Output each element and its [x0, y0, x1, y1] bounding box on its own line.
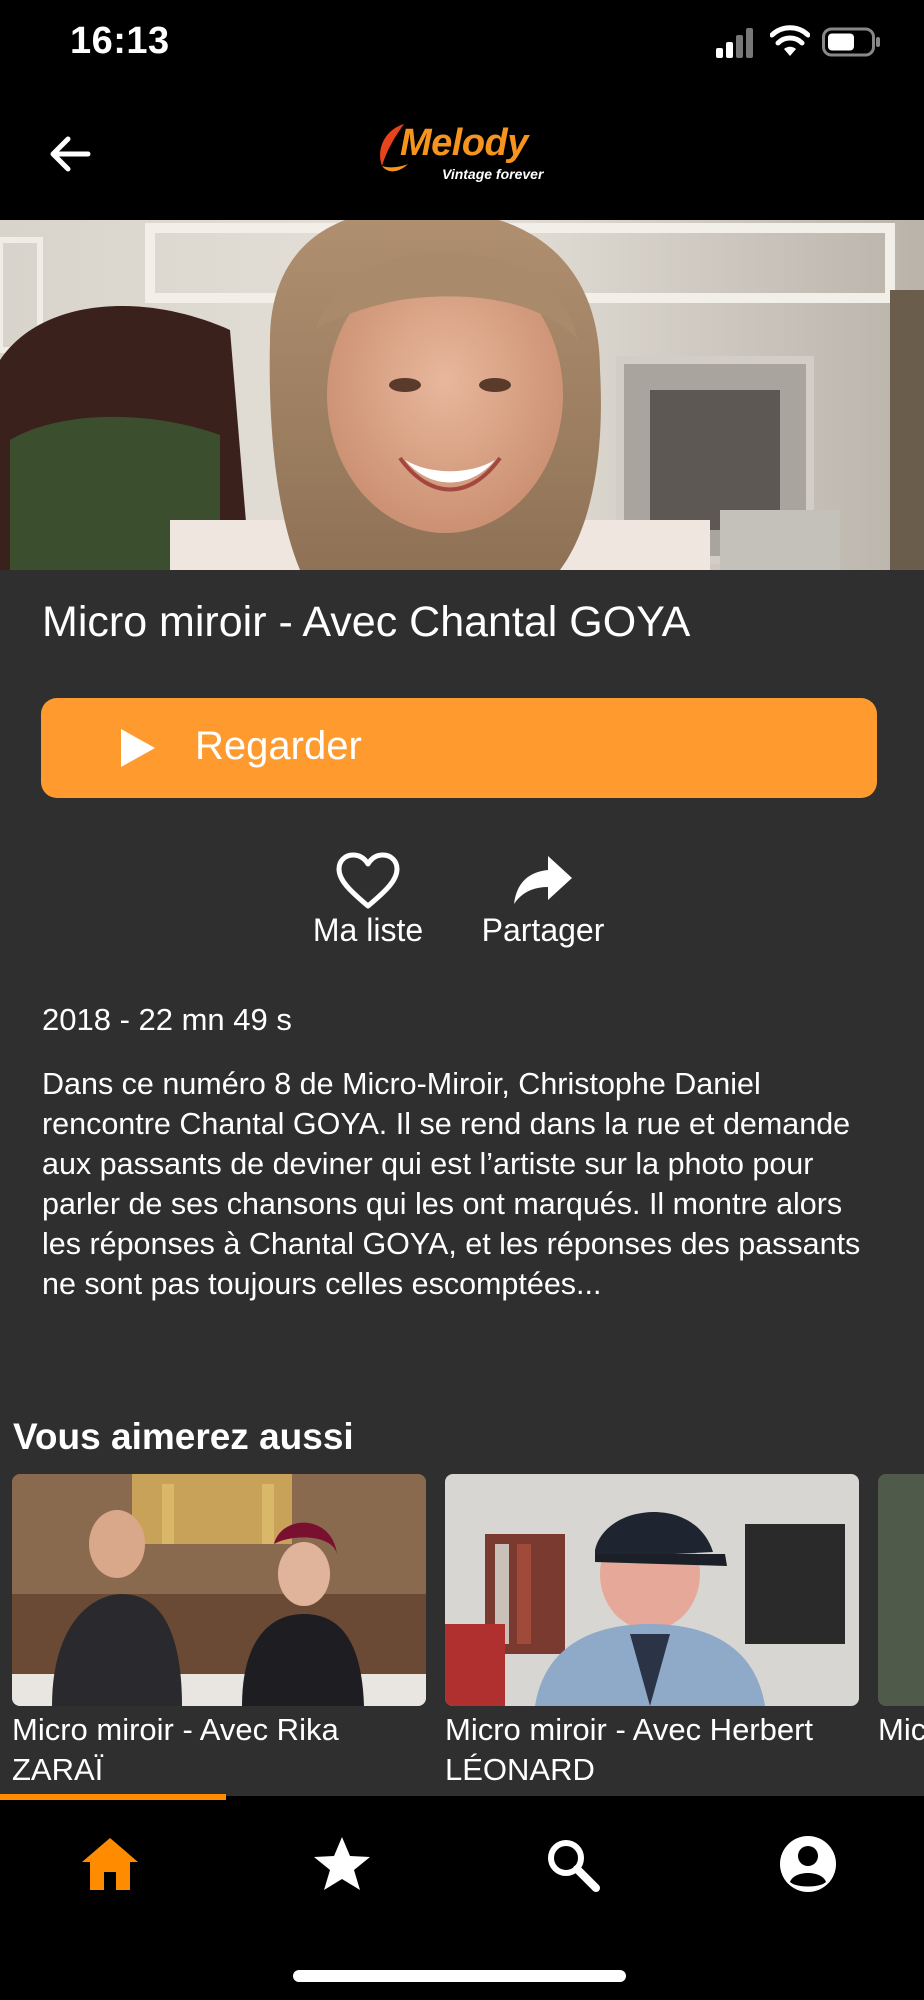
brand-logo: Melody Vintage forever	[374, 120, 544, 192]
watch-button[interactable]: Regarder	[41, 698, 877, 798]
recommendation-title: Mic JU	[878, 1712, 924, 1747]
tab-account[interactable]	[768, 1826, 848, 1906]
brand-name: Melody	[400, 122, 528, 164]
home-indicator	[293, 1970, 626, 1982]
content-panel: Micro miroir - Avec Chantal GOYA Regarde…	[0, 570, 924, 1796]
play-icon	[121, 729, 155, 767]
tab-home[interactable]	[70, 1826, 150, 1906]
back-arrow-icon[interactable]	[44, 128, 96, 180]
share-arrow-icon	[514, 856, 572, 904]
status-time: 16:13	[70, 20, 170, 62]
brand-tagline: Vintage forever	[442, 166, 544, 182]
home-icon	[82, 1838, 138, 1890]
recommendation-thumbnail	[445, 1474, 859, 1706]
program-title: Micro miroir - Avec Chantal GOYA	[42, 598, 691, 646]
watch-button-label: Regarder	[195, 724, 362, 768]
my-list-button[interactable]: Ma liste	[288, 852, 448, 952]
tab-search[interactable]	[534, 1826, 614, 1906]
hero-image	[0, 220, 924, 570]
heart-icon	[336, 852, 400, 909]
cellular-signal-icon	[716, 28, 753, 58]
program-description: Dans ce numéro 8 de Micro-Miroir, Christ…	[42, 1067, 861, 1301]
my-list-label: Ma liste	[312, 912, 424, 948]
recommendation-card[interactable]: Mic JU	[878, 1474, 924, 1750]
wifi-icon	[770, 25, 810, 56]
share-label: Partager	[481, 912, 605, 948]
nav-bar: Melody Vintage forever	[0, 90, 924, 220]
share-button[interactable]: Partager	[463, 852, 623, 952]
recommendation-title: Micro miroir - Avec Herbert LÉONARD	[445, 1712, 814, 1787]
star-icon	[314, 1837, 370, 1890]
tab-favorites[interactable]	[302, 1826, 382, 1906]
recommendation-card[interactable]: Micro miroir - Avec Rika ZARAÏ	[12, 1474, 426, 1790]
program-meta: 2018 - 22 mn 49 s	[42, 1002, 292, 1037]
status-bar: 16:13	[0, 0, 924, 90]
content-clip: Micro miroir - Avec Chantal GOYA Regarde…	[0, 570, 924, 1796]
recommendations-title: Vous aimerez aussi	[13, 1416, 354, 1457]
battery-icon	[822, 27, 880, 57]
recommendation-title: Micro miroir - Avec Rika ZARAÏ	[12, 1712, 339, 1787]
recommendation-thumbnail	[12, 1474, 426, 1706]
recommendation-thumbnail	[878, 1474, 924, 1706]
recommendation-card[interactable]: Micro miroir - Avec Herbert LÉONARD	[445, 1474, 859, 1790]
screen: 16:13 Melody Vintage forever Micro miroi…	[0, 0, 924, 2000]
search-icon	[548, 1840, 600, 1892]
account-icon	[780, 1836, 836, 1892]
